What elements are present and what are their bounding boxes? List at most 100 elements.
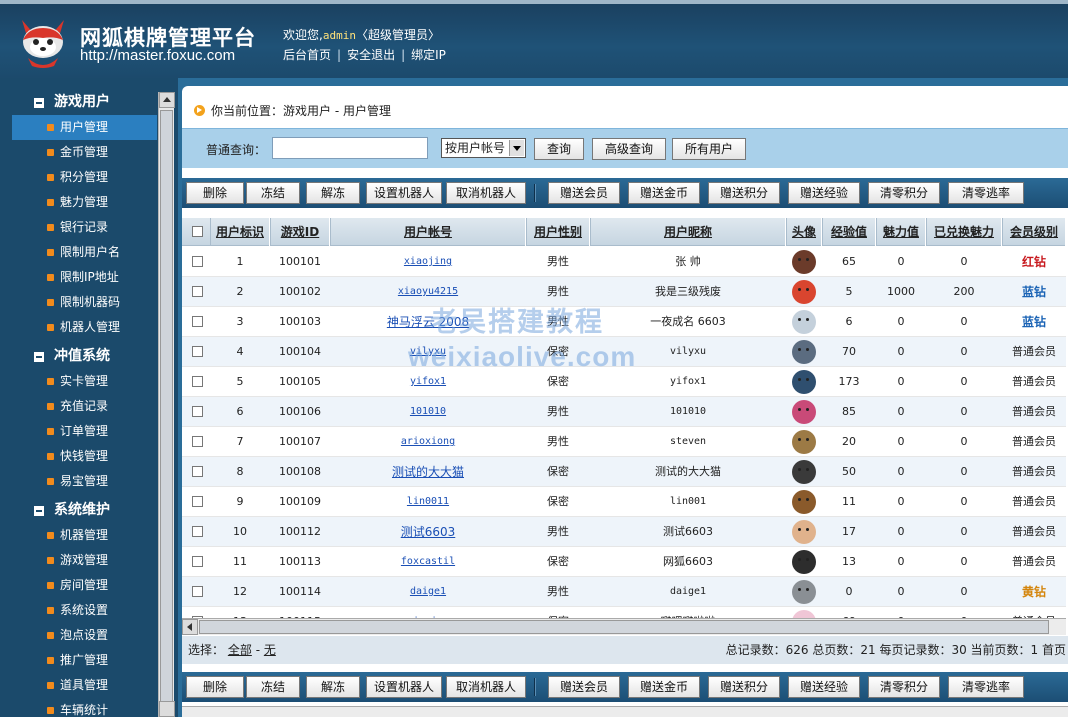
account-link[interactable]: foxcastil [330,547,526,577]
unfreeze-button[interactable]: 解冻 [306,676,360,698]
sidebar-item[interactable]: 积分管理 [12,165,157,190]
freeze-button[interactable]: 冻结 [246,182,300,204]
row-checkbox[interactable] [192,556,203,567]
sidebar-item[interactable]: 金币管理 [12,140,157,165]
sidebar-item[interactable]: 限制用户名 [12,240,157,265]
row-checkbox[interactable] [192,376,203,387]
table-row[interactable]: 8 100108 测试的大大猫 保密 测试的大大猫 50 0 0 普通会员 [182,457,1066,487]
collapse-icon[interactable] [34,98,44,108]
sidebar-item[interactable]: 机器管理 [12,523,157,548]
row-checkbox[interactable] [192,316,203,327]
select-all-link[interactable]: 全部 [228,643,252,657]
scroll-thumb[interactable] [199,620,1049,634]
sidebar-item[interactable]: 订单管理 [12,419,157,444]
sidebar-scrollbar[interactable] [158,92,175,717]
table-horizontal-scrollbar[interactable] [182,618,1066,635]
table-row[interactable]: 10 100112 测试6603 男性 测试6603 17 0 0 普通会员 [182,517,1066,547]
sidebar-item[interactable]: 易宝管理 [12,469,157,494]
delete-button[interactable]: 删除 [186,182,244,204]
column-header[interactable]: 经验值 [822,218,876,246]
sidebar-item[interactable]: 充值记录 [12,394,157,419]
home-link[interactable]: 后台首页 [283,48,331,62]
account-link[interactable]: daige1 [330,577,526,607]
sidebar-item[interactable]: 系统设置 [12,598,157,623]
query-button[interactable]: 查询 [534,138,584,160]
clear-score-button[interactable]: 清零积分 [868,676,940,698]
all-users-button[interactable]: 所有用户 [672,138,746,160]
freeze-button[interactable]: 冻结 [246,676,300,698]
column-header[interactable]: 用户性别 [526,218,590,246]
column-header[interactable]: 头像 [786,218,822,246]
account-link[interactable]: 测试的大大猫 [330,457,526,487]
sidebar-item[interactable]: 推广管理 [12,648,157,673]
sidebar-item[interactable]: 用户管理 [12,115,157,140]
gift-gold-button[interactable]: 赠送金币 [628,676,700,698]
row-checkbox[interactable] [192,256,203,267]
gift-score-button[interactable]: 赠送积分 [708,676,780,698]
table-row[interactable]: 9 100109 lin0011 保密 lin001 11 0 0 普通会员 [182,487,1066,517]
sidebar-item[interactable]: 实卡管理 [12,369,157,394]
sidebar-item[interactable]: 银行记录 [12,215,157,240]
collapse-icon[interactable] [34,352,44,362]
chevron-down-icon[interactable] [509,140,524,156]
table-row[interactable]: 3 100103 神马浮云 2008 男性 一夜成名 6603 6 0 0 蓝钻 [182,307,1066,337]
delete-button[interactable]: 删除 [186,676,244,698]
advanced-query-button[interactable]: 高级查询 [592,138,666,160]
table-row[interactable]: 2 100102 xiaoyu4215 男性 我是三级残废 5 1000 200 蓝钻 [182,277,1066,307]
sidebar-group[interactable]: 游戏用户 [12,90,157,115]
table-row[interactable]: 7 100107 arioxiong 男性 steven 20 0 0 普通会员 [182,427,1066,457]
logout-link[interactable]: 安全退出 [347,48,395,62]
column-header[interactable]: 用户帐号 [330,218,526,246]
bind-ip-link[interactable]: 绑定IP [411,48,446,62]
sidebar-item[interactable]: 游戏管理 [12,548,157,573]
select-none-link[interactable]: 无 [264,643,276,657]
column-header[interactable]: 游戏ID [270,218,330,246]
sidebar-item[interactable]: 魅力管理 [12,190,157,215]
table-row[interactable]: 6 100106 101010 男性 101010 85 0 0 普通会员 [182,397,1066,427]
sidebar-item[interactable]: 快钱管理 [12,444,157,469]
sidebar-item[interactable]: 泡点设置 [12,623,157,648]
account-link[interactable]: 测试6603 [330,517,526,547]
set-robot-button[interactable]: 设置机器人 [366,676,442,698]
row-checkbox[interactable] [192,526,203,537]
account-link[interactable]: lin0011 [330,487,526,517]
table-row[interactable]: 12 100114 daige1 男性 daige1 0 0 0 黄钻 [182,577,1066,607]
column-header[interactable]: 已兑换魅力 [926,218,1002,246]
account-link[interactable]: xiaojing [330,247,526,277]
row-checkbox[interactable] [192,286,203,297]
gift-exp-button[interactable]: 赠送经验 [788,676,860,698]
search-type-select[interactable]: 按用户帐号 [441,138,526,158]
table-row[interactable]: 11 100113 foxcastil 保密 网狐6603 13 0 0 普通会员 [182,547,1066,577]
cancel-robot-button[interactable]: 取消机器人 [446,182,526,204]
select-all-checkbox[interactable] [192,226,203,237]
gift-score-button[interactable]: 赠送积分 [708,182,780,204]
clear-escape-rate-button[interactable]: 清零逃率 [948,182,1024,204]
scroll-left-icon[interactable] [182,619,198,635]
gift-exp-button[interactable]: 赠送经验 [788,182,860,204]
column-header[interactable]: 会员级别 [1002,218,1066,246]
row-checkbox[interactable] [192,496,203,507]
gift-gold-button[interactable]: 赠送金币 [628,182,700,204]
unfreeze-button[interactable]: 解冻 [306,182,360,204]
row-checkbox[interactable] [192,436,203,447]
clear-escape-rate-button[interactable]: 清零逃率 [948,676,1024,698]
cancel-robot-button[interactable]: 取消机器人 [446,676,526,698]
sidebar-item[interactable]: 限制机器码 [12,290,157,315]
account-link[interactable]: arioxiong [330,427,526,457]
account-link[interactable]: 101010 [330,397,526,427]
row-checkbox[interactable] [192,346,203,357]
set-robot-button[interactable]: 设置机器人 [366,182,442,204]
page-horizontal-scrollbar[interactable] [182,706,1068,717]
gift-member-button[interactable]: 赠送会员 [548,676,620,698]
collapse-icon[interactable] [34,506,44,516]
search-input[interactable] [272,137,428,159]
column-header[interactable]: 用户昵称 [590,218,786,246]
column-header[interactable]: 用户标识 [210,218,270,246]
column-header[interactable]: 魅力值 [876,218,926,246]
sidebar-item[interactable]: 机器人管理 [12,315,157,340]
row-checkbox[interactable] [192,406,203,417]
scroll-thumb[interactable] [160,110,173,702]
clear-score-button[interactable]: 清零积分 [868,182,940,204]
table-row[interactable]: 1 100101 xiaojing 男性 张 帅 65 0 0 红钻 [182,247,1066,277]
sidebar-group[interactable]: 冲值系统 [12,344,157,369]
